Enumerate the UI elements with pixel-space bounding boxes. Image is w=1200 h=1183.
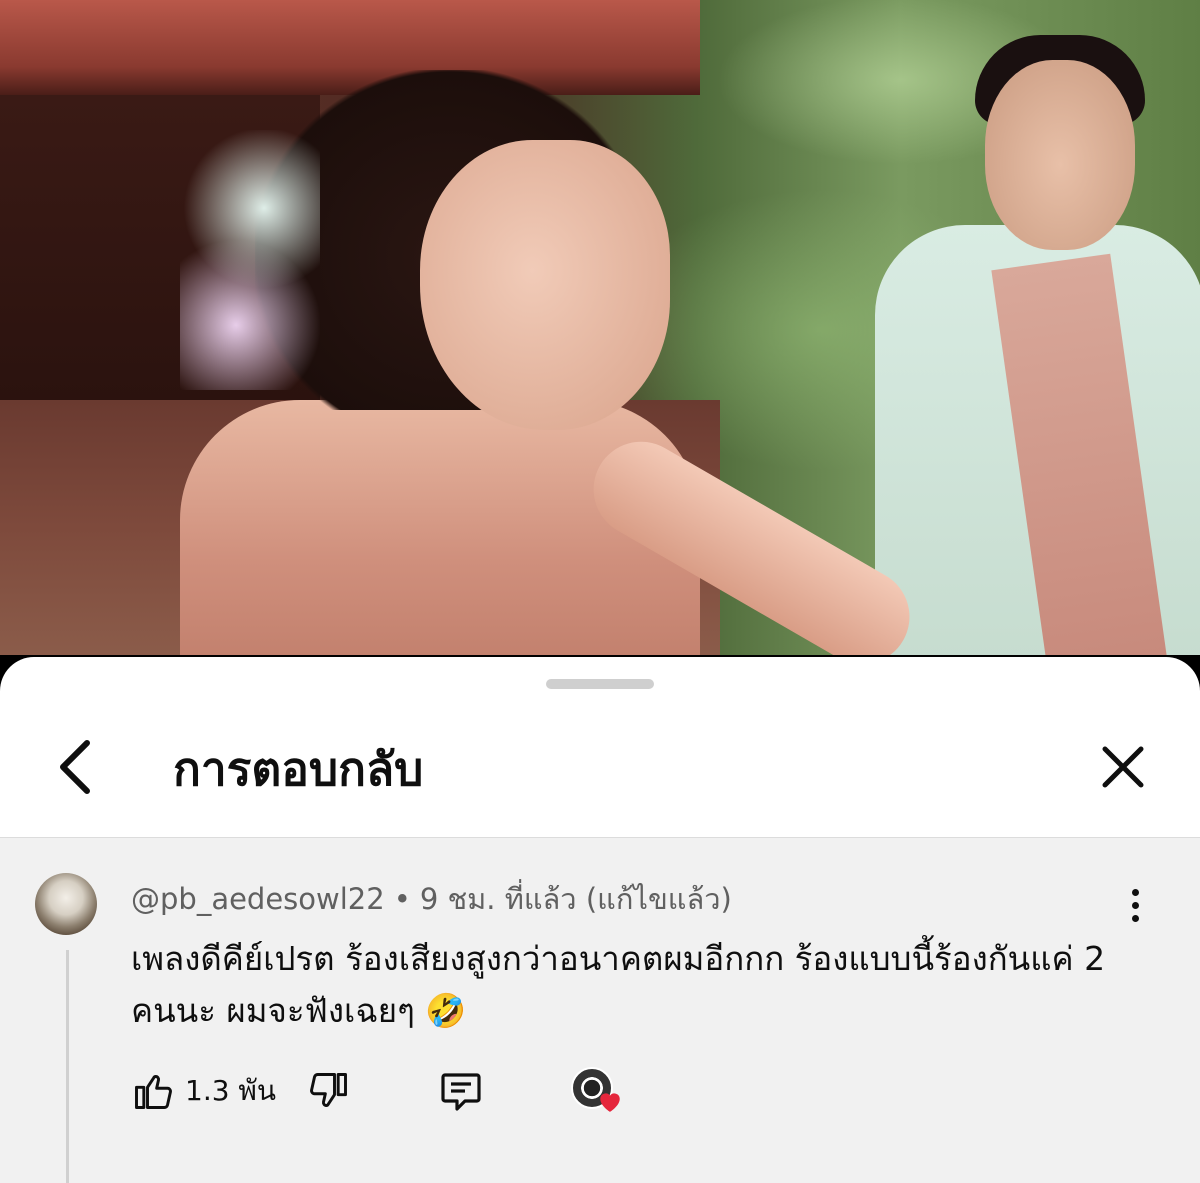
heart-icon <box>600 1093 620 1112</box>
comment-meta: @pb_aedesowl22 • 9 ชม. ที่แล้ว (แก้ไขแล้ว) <box>131 876 732 922</box>
comment-text: เพลงดีคีย์เปรต ร้องเสียงสูงกว่าอนาคตผมอี… <box>131 939 1106 1030</box>
replies-sheet: การตอบกลับ @pb_aedesowl22 • 9 ชม. ที่แล้ว … <box>0 657 1200 1183</box>
more-vertical-icon-dot <box>1131 914 1139 922</box>
thread-line <box>66 950 69 1183</box>
creator-heart <box>571 1067 631 1123</box>
woman-face <box>420 140 670 430</box>
more-options-button[interactable] <box>1115 880 1155 930</box>
hair-flower <box>180 130 320 390</box>
like-count: 1.3 พัน <box>185 1074 277 1107</box>
edited-label: (แก้ไขแล้ว) <box>585 882 732 916</box>
more-vertical-icon-dot <box>1131 901 1139 909</box>
avatar[interactable] <box>35 873 97 935</box>
like-button[interactable]: 1.3 พัน <box>131 1063 276 1119</box>
video-player[interactable] <box>0 0 1200 655</box>
sheet-header: การตอบกลับ <box>0 717 1200 835</box>
comment-icon <box>441 1073 481 1111</box>
comment-time: 9 ชม. ที่แล้ว <box>419 882 577 916</box>
drag-handle[interactable] <box>546 679 654 689</box>
comment-actions: 1.3 พัน <box>131 1063 1131 1123</box>
comment-item: @pb_aedesowl22 • 9 ชม. ที่แล้ว (แก้ไขแล้ว)… <box>0 837 1200 1183</box>
close-button[interactable] <box>1088 732 1158 802</box>
thumb-up-icon <box>135 1075 172 1109</box>
thumb-down-icon <box>310 1073 347 1107</box>
man-face <box>985 60 1135 250</box>
close-icon <box>1102 746 1144 788</box>
sheet-title: การตอบกลับ <box>173 742 424 796</box>
chevron-left-icon <box>60 740 90 794</box>
reply-button[interactable] <box>431 1063 491 1119</box>
back-button[interactable] <box>40 732 110 802</box>
meta-separator: • <box>393 882 411 916</box>
dislike-button[interactable] <box>301 1063 357 1119</box>
comment-author[interactable]: @pb_aedesowl22 <box>131 882 385 916</box>
more-vertical-icon <box>1131 888 1139 896</box>
